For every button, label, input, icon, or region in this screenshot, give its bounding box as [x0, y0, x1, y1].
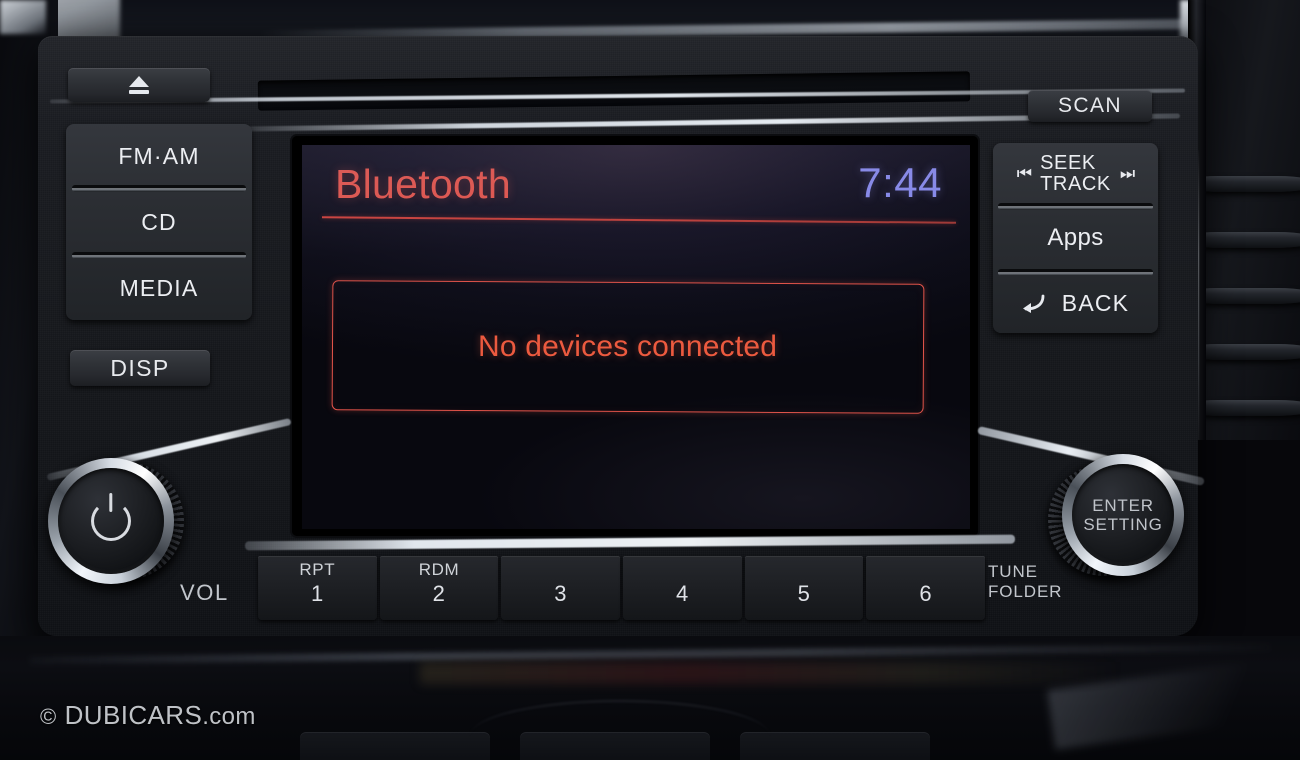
- watermark-tld: .com: [202, 703, 256, 730]
- scan-label: SCAN: [1058, 94, 1122, 117]
- preset-function-label: RDM: [418, 560, 460, 579]
- preset-function-label: RPT: [299, 560, 336, 579]
- preset-button-5[interactable]: 5: [744, 556, 864, 620]
- fm-am-button[interactable]: FM·AM: [66, 124, 252, 188]
- media-label: MEDIA: [119, 275, 199, 301]
- disp-button[interactable]: DISP: [70, 350, 210, 386]
- seek-track-button[interactable]: ⏮ SEEK TRACK ⏭: [993, 143, 1158, 205]
- preset-button-2[interactable]: RDM 2: [379, 556, 499, 620]
- eject-triangle-icon: [129, 76, 149, 87]
- preset-button-1[interactable]: RPT 1: [258, 556, 377, 620]
- scan-button[interactable]: SCAN: [1028, 90, 1152, 122]
- preset-number-label: 6: [919, 581, 933, 606]
- enter-setting-label: ENTER SETTING: [1083, 496, 1162, 534]
- seek-track-label: SEEK TRACK: [1040, 151, 1111, 195]
- eject-button[interactable]: [68, 68, 210, 102]
- setting-label: SETTING: [1083, 515, 1163, 534]
- back-button[interactable]: BACK: [993, 274, 1158, 333]
- preset-number-label: 5: [797, 581, 811, 606]
- apps-button[interactable]: Apps: [993, 208, 1158, 268]
- next-track-icon: ⏭: [1119, 164, 1135, 183]
- console-reflection-color: [420, 662, 1120, 684]
- enter-label: ENTER: [1092, 495, 1154, 515]
- preset-number-label: 3: [554, 581, 568, 606]
- lcd-display[interactable]: Bluetooth 7:44 No devices connected: [302, 145, 970, 529]
- media-button[interactable]: MEDIA: [66, 257, 252, 320]
- cd-button[interactable]: CD: [66, 190, 252, 254]
- screen-title: Bluetooth: [335, 161, 511, 207]
- preset-button-4[interactable]: 4: [623, 556, 742, 620]
- seek-label: SEEK: [1040, 151, 1096, 174]
- previous-track-icon: ⏮: [1016, 164, 1032, 183]
- fm-am-label: FM·AM: [118, 142, 200, 169]
- cd-label: CD: [141, 208, 177, 235]
- screenshot-root: SCAN FM·AM CD MEDIA DISP ⏮ SEEK TRACK ⏭: [0, 0, 1300, 760]
- watermark: © DUBICARS.com: [40, 700, 256, 731]
- power-button-face[interactable]: [58, 468, 164, 574]
- track-label: TRACK: [1040, 173, 1111, 195]
- title-separator: [322, 216, 956, 224]
- tune-folder-label: TUNE FOLDER: [988, 562, 1062, 602]
- right-button-stack: ⏮ SEEK TRACK ⏭ Apps BACK: [993, 143, 1158, 333]
- preset-number-label: 1: [310, 581, 324, 606]
- disp-label: DISP: [110, 354, 170, 381]
- watermark-brand: DUBICARS: [64, 700, 203, 730]
- apps-label: Apps: [1047, 224, 1104, 251]
- status-message: No devices connected: [478, 330, 778, 363]
- status-message-box: No devices connected: [331, 280, 925, 414]
- volume-power-knob[interactable]: [44, 456, 184, 596]
- preset-button-6[interactable]: 6: [866, 556, 986, 620]
- power-icon: [91, 501, 131, 541]
- source-button-stack: FM·AM CD MEDIA: [66, 124, 252, 320]
- clock: 7:44: [858, 159, 942, 206]
- left-panel-highlight: [0, 0, 46, 34]
- console-button-left[interactable]: [300, 732, 490, 760]
- preset-button-row: RPT 1 RDM 2 3 4 5 6: [258, 556, 988, 620]
- back-arrow-icon: [1022, 294, 1045, 313]
- copyright-symbol: ©: [40, 704, 57, 729]
- air-vent: [1188, 0, 1300, 440]
- tune-folder-enter-knob[interactable]: ENTER SETTING: [1046, 448, 1194, 596]
- preset-number-label: 2: [432, 581, 446, 606]
- enter-setting-button-face[interactable]: ENTER SETTING: [1072, 464, 1174, 566]
- folder-label: FOLDER: [988, 582, 1063, 602]
- back-label: BACK: [1061, 290, 1130, 316]
- tune-label: TUNE: [988, 562, 1038, 581]
- eject-icon: [129, 76, 149, 94]
- preset-button-3[interactable]: 3: [501, 556, 621, 620]
- volume-label: VOL: [180, 580, 229, 605]
- preset-number-label: 4: [675, 581, 689, 606]
